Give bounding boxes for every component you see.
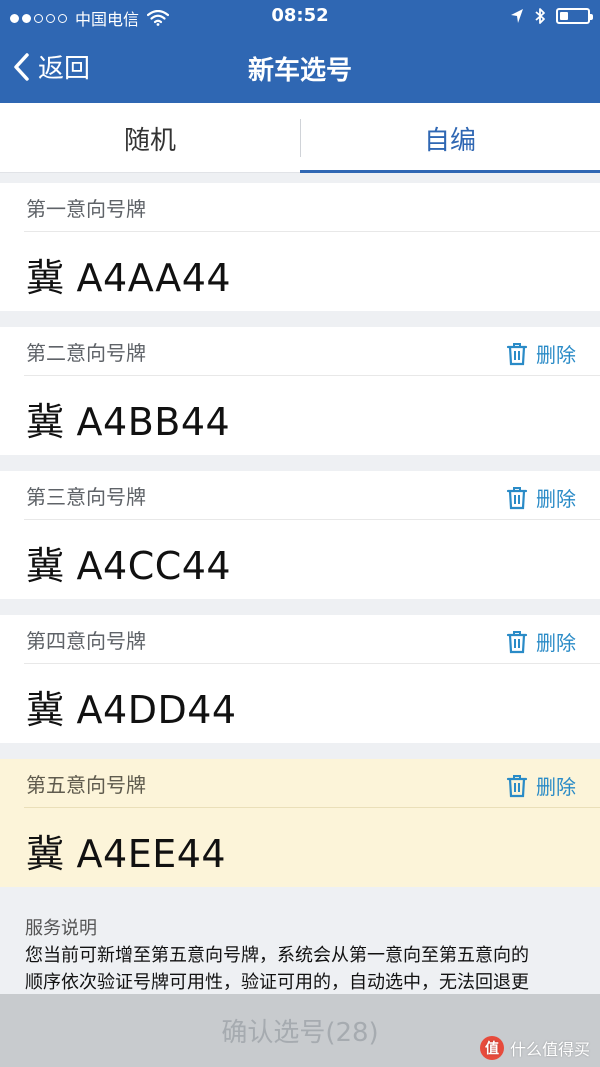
plate-prefix: 冀 bbox=[26, 400, 65, 444]
app-screen: 中国电信 08:52 返回 新车选号 随机 自编 第一意向号牌 冀 A4AA44… bbox=[0, 0, 600, 1067]
plate-card-5: 第五意向号牌 删除 冀 A4EE44 bbox=[0, 759, 600, 887]
top-bar: 中国电信 08:52 返回 新车选号 bbox=[0, 0, 600, 103]
delete-label: 删除 bbox=[536, 487, 576, 511]
plate-number[interactable]: 冀 A4CC44 bbox=[26, 535, 231, 590]
tab-random[interactable]: 随机 bbox=[0, 103, 300, 173]
divider bbox=[24, 807, 600, 808]
trash-icon bbox=[506, 486, 528, 509]
watermark: 值 什么值得买 bbox=[479, 1036, 590, 1060]
plate-card-2: 第二意向号牌 删除 冀 A4BB44 bbox=[0, 327, 600, 455]
bluetooth-icon bbox=[535, 8, 545, 24]
plate-code: A4CC44 bbox=[76, 544, 232, 588]
plate-code: A4AA44 bbox=[76, 256, 232, 300]
plate-list: 第一意向号牌 冀 A4AA44 第二意向号牌 删除 冀 A4BB44 第三意向号… bbox=[0, 183, 600, 903]
delete-button[interactable]: 删除 bbox=[506, 627, 576, 656]
plate-card-4: 第四意向号牌 删除 冀 A4DD44 bbox=[0, 615, 600, 743]
divider bbox=[24, 519, 600, 520]
status-bar: 中国电信 08:52 bbox=[0, 0, 600, 34]
plate-prefix: 冀 bbox=[26, 832, 65, 876]
plate-title: 第一意向号牌 bbox=[26, 196, 146, 221]
plate-card-1: 第一意向号牌 冀 A4AA44 bbox=[0, 183, 600, 311]
trash-icon bbox=[506, 630, 528, 653]
delete-label: 删除 bbox=[536, 631, 576, 655]
delete-button[interactable]: 删除 bbox=[506, 339, 576, 368]
plate-prefix: 冀 bbox=[26, 256, 65, 300]
delete-button[interactable]: 删除 bbox=[506, 483, 576, 512]
watermark-badge: 值 bbox=[479, 1036, 504, 1060]
plate-prefix: 冀 bbox=[26, 688, 65, 732]
page-title: 新车选号 bbox=[247, 56, 352, 86]
trash-icon bbox=[506, 774, 528, 797]
delete-label: 删除 bbox=[536, 775, 576, 799]
active-tab-indicator bbox=[300, 170, 600, 173]
tab-bar: 随机 自编 bbox=[0, 103, 600, 173]
service-title: 服务说明 bbox=[25, 918, 97, 939]
plate-prefix: 冀 bbox=[26, 544, 65, 588]
watermark-text: 什么值得买 bbox=[509, 1040, 590, 1059]
plate-number[interactable]: 冀 A4EE44 bbox=[26, 823, 226, 878]
navigation-bar: 返回 新车选号 bbox=[0, 34, 600, 103]
divider bbox=[24, 231, 600, 232]
plate-code: A4EE44 bbox=[76, 832, 227, 876]
delete-button[interactable]: 删除 bbox=[506, 771, 576, 800]
status-right bbox=[510, 7, 593, 25]
plate-number[interactable]: 冀 A4AA44 bbox=[26, 247, 231, 302]
divider bbox=[24, 663, 600, 664]
plate-number[interactable]: 冀 A4DD44 bbox=[26, 679, 237, 734]
delete-label: 删除 bbox=[536, 343, 576, 367]
tab-custom[interactable]: 自编 bbox=[300, 103, 600, 173]
divider bbox=[24, 375, 600, 376]
plate-number[interactable]: 冀 A4BB44 bbox=[26, 391, 230, 446]
battery-icon bbox=[556, 8, 593, 24]
plate-card-3: 第三意向号牌 删除 冀 A4CC44 bbox=[0, 471, 600, 599]
trash-icon bbox=[506, 342, 528, 365]
plate-code: A4DD44 bbox=[76, 688, 237, 732]
service-text: 您当前可新增至第五意向号牌，系统会从第一意向至第五意向的 顺序依次验证号牌可用性… bbox=[25, 945, 529, 993]
location-arrow-icon bbox=[511, 9, 523, 23]
plate-code: A4BB44 bbox=[76, 400, 231, 444]
